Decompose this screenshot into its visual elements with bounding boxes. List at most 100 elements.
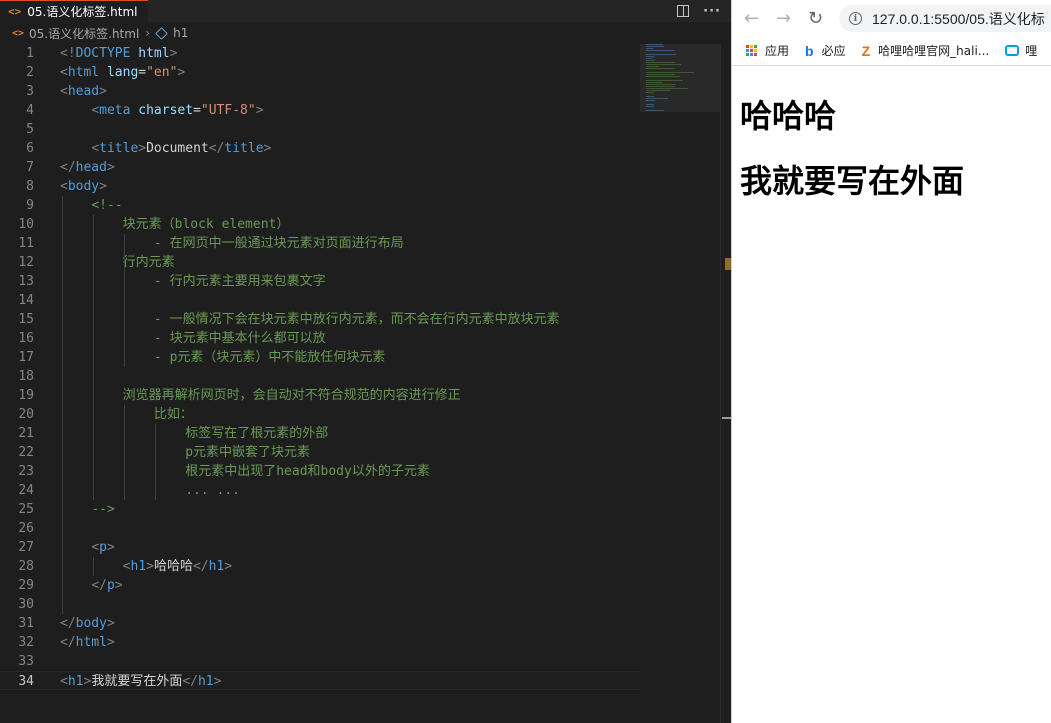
code-token: meta	[99, 103, 131, 118]
bookmark-halihali[interactable]: Z 哈哩哈哩官网_hali...	[862, 42, 990, 59]
code-content: <title>Document</title>	[60, 139, 271, 158]
code-line[interactable]: 33	[0, 652, 640, 671]
minimap-line	[646, 82, 663, 83]
minimap[interactable]	[644, 44, 720, 114]
bookmark-bilibili[interactable]: 哩	[1005, 42, 1037, 59]
more-actions-icon[interactable]: ···	[703, 4, 721, 19]
code-token: <!	[60, 46, 76, 61]
code-token: <	[60, 179, 68, 194]
bookmark-apps[interactable]: 应用	[746, 42, 789, 59]
code-token: >	[99, 84, 107, 99]
back-arrow-icon[interactable]: ←	[744, 8, 776, 29]
minimap-line	[646, 100, 655, 101]
html-file-icon: <>	[8, 5, 22, 18]
code-line[interactable]: 22 p元素中嵌套了块元素	[0, 443, 640, 462]
code-token: - 行内元素主要用来包裹文字	[60, 274, 326, 289]
code-line[interactable]: 27 <p>	[0, 538, 640, 557]
code-token: </	[60, 616, 76, 631]
code-line[interactable]: 31 </body>	[0, 614, 640, 633]
line-number: 15	[18, 312, 34, 327]
code-line[interactable]: 14	[0, 291, 640, 310]
site-info-icon[interactable]: i	[849, 12, 862, 25]
editor-tab-active[interactable]: <> 05.语义化标签.html	[0, 0, 148, 22]
code-content: 比如：	[60, 405, 193, 424]
line-number: 5	[26, 122, 34, 137]
line-number: 14	[18, 293, 34, 308]
code-line[interactable]: 24 ... ...	[0, 481, 640, 500]
editor-scrollbar[interactable]	[720, 44, 731, 723]
reload-icon[interactable]: ↻	[808, 8, 840, 29]
code-line[interactable]: 32 </html>	[0, 633, 640, 652]
code-line[interactable]: 30	[0, 595, 640, 614]
code-line[interactable]: 10 块元素（block element）	[0, 215, 640, 234]
code-line[interactable]: 2 <html lang="en">	[0, 63, 640, 82]
code-line[interactable]: 4 <meta charset="UTF-8">	[0, 101, 640, 120]
indent-guide	[155, 424, 156, 500]
code-line[interactable]: 11 - 在网页中一般通过块元素对页面进行布局	[0, 234, 640, 253]
breadcrumb-file[interactable]: 05.语义化标签.html	[29, 25, 139, 42]
code-line[interactable]: 12 行内元素	[0, 253, 640, 272]
line-number: 13	[18, 274, 34, 289]
code-line[interactable]: 20 比如：	[0, 405, 640, 424]
code-token: >	[177, 65, 186, 80]
code-content: 浏览器再解析网页时，会自动对不符合规范的内容进行修正	[60, 386, 461, 405]
code-line[interactable]: 9 <!--	[0, 196, 640, 215]
minimap-line	[646, 46, 664, 47]
code-token: </	[208, 141, 225, 156]
code-line[interactable]: 21 标签写在了根元素的外部	[0, 424, 640, 443]
code-line[interactable]: 15 - 一般情况下会在块元素中放行内元素，而不会在行内元素中放块元素	[0, 310, 640, 329]
code-token: - 块元素中基本什么都可以放	[60, 331, 326, 346]
code-token: 比如：	[60, 407, 193, 422]
code-line[interactable]: 7 </head>	[0, 158, 640, 177]
code-content: <!--	[60, 196, 122, 215]
split-editor-icon[interactable]	[677, 5, 690, 17]
url-text[interactable]: 127.0.0.1:5500/05.语义化标	[872, 9, 1045, 29]
code-token: <	[91, 141, 100, 156]
code-token: 标签写在了根元素的外部	[60, 426, 329, 441]
code-line[interactable]: 19 浏览器再解析网页时，会自动对不符合规范的内容进行修正	[0, 386, 640, 405]
code-editor[interactable]: <> 05.语义化标签.html ··· <> 05.语义化标签.html › …	[0, 0, 731, 723]
code-line[interactable]: 6 <title>Document</title>	[0, 139, 640, 158]
code-line[interactable]: 25 -->	[0, 500, 640, 519]
code-line[interactable]: 28 <h1>哈哈哈</h1>	[0, 557, 640, 576]
minimap-line	[646, 110, 664, 111]
code-token: html	[138, 46, 170, 61]
minimap-line	[646, 58, 653, 59]
code-line[interactable]: 23 根元素中出现了head和body以外的子元素	[0, 462, 640, 481]
bookmark-label: 应用	[765, 44, 790, 58]
code-line[interactable]: 26	[0, 519, 640, 538]
code-line[interactable]: 3 <head>	[0, 82, 640, 101]
code-content: <h1>我就要写在外面</h1>	[60, 672, 221, 691]
code-line[interactable]: 29 </p>	[0, 576, 640, 595]
code-line[interactable]: 1 <!DOCTYPE html>	[0, 44, 640, 63]
minimap-line	[646, 54, 676, 55]
code-line[interactable]: 5	[0, 120, 640, 139]
minimap-line	[646, 68, 675, 69]
line-number: 11	[18, 236, 34, 251]
tab-label: 05.语义化标签.html	[27, 5, 138, 19]
breadcrumb-symbol[interactable]: h1	[173, 26, 188, 40]
line-number: 34	[18, 674, 34, 689]
code-content: <p>	[60, 538, 114, 557]
address-bar[interactable]: i 127.0.0.1:5500/05.语义化标	[839, 5, 1051, 32]
code-line[interactable]: 8 <body>	[0, 177, 640, 196]
code-line[interactable]: 18	[0, 367, 640, 386]
code-line[interactable]: 16 - 块元素中基本什么都可以放	[0, 329, 640, 348]
code-line[interactable]: 17 - p元素（块元素）中不能放任何块元素	[0, 348, 640, 367]
code-token: html	[67, 65, 100, 80]
bookmark-bing[interactable]: b 必应	[805, 42, 846, 59]
code-line[interactable]: 13 - 行内元素主要用来包裹文字	[0, 272, 640, 291]
minimap-line	[646, 98, 668, 99]
code-text-area[interactable]: 1 <!DOCTYPE html> 2 <html lang="en"> 3 <head>…	[0, 44, 731, 723]
line-number: 8	[26, 179, 34, 194]
forward-arrow-icon[interactable]: →	[776, 8, 808, 29]
code-token: >	[106, 160, 115, 175]
page-heading: 哈哈哈	[740, 98, 837, 134]
minimap-line	[646, 48, 653, 49]
code-line[interactable]: 34 <h1>我就要写在外面</h1>	[0, 671, 640, 690]
